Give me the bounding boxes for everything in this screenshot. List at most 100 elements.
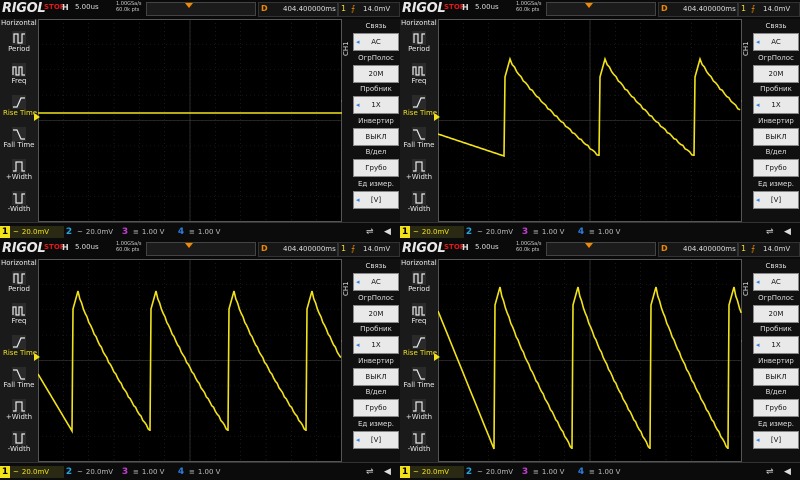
menu-item[interactable]: Пробник ◂ 1X (353, 84, 399, 114)
menu-item[interactable]: Связь ◂ AC (753, 21, 799, 51)
menu-item[interactable]: Инвертир ВЫКЛ (353, 116, 399, 146)
menu-item[interactable]: В/дел Грубо (353, 387, 399, 417)
menu-item[interactable]: Ед измер. ◂ [V] (753, 419, 799, 449)
channel-1-indicator[interactable]: 1 ~20.0mV (400, 466, 464, 478)
channel-2-indicator[interactable]: 2 ~20.0mV (464, 226, 520, 238)
menu-item-value[interactable]: ВЫКЛ (353, 367, 399, 386)
trigger-box[interactable]: 1 ⨍ 14.0mV (338, 242, 400, 257)
menu-item[interactable]: Связь ◂ AC (753, 261, 799, 291)
channel-4-indicator[interactable]: 4 ≡ 1.00 V (176, 466, 232, 478)
waveform-display[interactable] (34, 19, 347, 222)
measure-button-freq[interactable]: Freq (403, 303, 435, 325)
menu-item-value[interactable]: ◂ [V] (353, 190, 399, 209)
measure-button--width[interactable]: +Width (3, 159, 35, 181)
timebase-value[interactable]: 5.00us (475, 3, 499, 11)
channel-4-indicator[interactable]: 4 ≡ 1.00 V (576, 466, 632, 478)
waveform-display[interactable] (434, 19, 747, 222)
measure-button--width[interactable]: +Width (403, 159, 435, 181)
menu-item[interactable]: В/дел Грубо (753, 387, 799, 417)
measure-button-freq[interactable]: Freq (3, 63, 35, 85)
measure-button-fall-time[interactable]: Fall Time (403, 127, 435, 149)
menu-item-value[interactable]: ВЫКЛ (753, 127, 799, 146)
measure-button-freq[interactable]: Freq (3, 303, 35, 325)
menu-item-value[interactable]: Грубо (353, 399, 399, 417)
speaker-icon[interactable]: ◀ (784, 227, 791, 237)
menu-item-value[interactable]: ◂ AC (753, 33, 799, 51)
menu-item-value[interactable]: ВЫКЛ (753, 367, 799, 386)
channel-1-indicator[interactable]: 1 ~20.0mV (0, 466, 64, 478)
menu-item[interactable]: Инвертир ВЫКЛ (353, 356, 399, 386)
trigger-box[interactable]: 1 ⨍ 14.0mV (338, 2, 400, 17)
measure-button-rise-time[interactable]: Rise Time (3, 335, 37, 357)
measure-button-rise-time[interactable]: Rise Time (403, 95, 437, 117)
menu-item-value[interactable]: ◂ AC (753, 273, 799, 291)
channel-2-indicator[interactable]: 2 ~20.0mV (64, 226, 120, 238)
menu-item-value[interactable]: ◂ [V] (353, 430, 399, 449)
menu-item[interactable]: ОгрПолос 20M (353, 293, 399, 323)
menu-item-value[interactable]: 20M (353, 304, 399, 323)
delay-box[interactable]: D 404.400000ms (258, 242, 338, 257)
channel-3-indicator[interactable]: 3 ≡ 1.00 V (120, 226, 176, 238)
delay-box[interactable]: D 404.400000ms (258, 2, 338, 17)
channel-2-indicator[interactable]: 2 ~20.0mV (64, 466, 120, 478)
menu-item[interactable]: Ед измер. ◂ [V] (353, 179, 399, 209)
menu-item[interactable]: В/дел Грубо (753, 147, 799, 177)
menu-item[interactable]: Связь ◂ AC (353, 21, 399, 51)
menu-item-value[interactable]: Грубо (753, 399, 799, 417)
channel-4-indicator[interactable]: 4 ≡ 1.00 V (576, 226, 632, 238)
menu-item-value[interactable]: ◂ [V] (753, 430, 799, 449)
channel-1-indicator[interactable]: 1 ~20.0mV (0, 226, 64, 238)
channel-1-indicator[interactable]: 1 ~20.0mV (400, 226, 464, 238)
menu-item[interactable]: Пробник ◂ 1X (353, 324, 399, 354)
speaker-icon[interactable]: ◀ (384, 227, 391, 237)
timebase-value[interactable]: 5.00us (75, 243, 99, 251)
channel-3-indicator[interactable]: 3 ≡ 1.00 V (520, 466, 576, 478)
timebase-value[interactable]: 5.00us (75, 3, 99, 11)
menu-item[interactable]: Ед измер. ◂ [V] (353, 419, 399, 449)
menu-item-value[interactable]: ◂ AC (353, 273, 399, 291)
menu-item[interactable]: Инвертир ВЫКЛ (753, 116, 799, 146)
measure-button-fall-time[interactable]: Fall Time (403, 367, 435, 389)
menu-item[interactable]: ОгрПолос 20M (753, 293, 799, 323)
measure-button-period[interactable]: Period (403, 271, 435, 293)
channel-2-indicator[interactable]: 2 ~20.0mV (464, 466, 520, 478)
speaker-icon[interactable]: ◀ (784, 467, 791, 477)
speaker-icon[interactable]: ◀ (384, 467, 391, 477)
channel-3-indicator[interactable]: 3 ≡ 1.00 V (520, 226, 576, 238)
waveform-display[interactable] (34, 259, 347, 462)
menu-item-value[interactable]: 20M (753, 64, 799, 83)
menu-item-value[interactable]: ◂ [V] (753, 190, 799, 209)
menu-item-value[interactable]: ◂ 1X (353, 96, 399, 114)
channel-4-indicator[interactable]: 4 ≡ 1.00 V (176, 226, 232, 238)
menu-item-value[interactable]: 20M (353, 64, 399, 83)
menu-item[interactable]: Пробник ◂ 1X (753, 324, 799, 354)
menu-item-value[interactable]: 20M (753, 304, 799, 323)
measure-button-rise-time[interactable]: Rise Time (403, 335, 437, 357)
menu-item[interactable]: Инвертир ВЫКЛ (753, 356, 799, 386)
ch1-offset-marker[interactable] (434, 353, 440, 361)
menu-item-value[interactable]: ◂ 1X (753, 336, 799, 354)
measure-button--width[interactable]: -Width (403, 191, 435, 213)
waveform-display[interactable] (434, 259, 747, 462)
ch1-offset-marker[interactable] (34, 353, 40, 361)
menu-item-value[interactable]: Грубо (353, 159, 399, 177)
measure-button--width[interactable]: -Width (3, 191, 35, 213)
menu-item-value[interactable]: ВЫКЛ (353, 127, 399, 146)
measure-button-period[interactable]: Period (3, 31, 35, 53)
menu-item[interactable]: Ед измер. ◂ [V] (753, 179, 799, 209)
menu-item[interactable]: В/дел Грубо (353, 147, 399, 177)
menu-item[interactable]: ОгрПолос 20M (353, 53, 399, 83)
trigger-box[interactable]: 1 ⨍ 14.0mV (738, 242, 800, 257)
measure-button-fall-time[interactable]: Fall Time (3, 367, 35, 389)
menu-item-value[interactable]: ◂ 1X (753, 96, 799, 114)
ch1-offset-marker[interactable] (434, 113, 440, 121)
measure-button--width[interactable]: -Width (3, 431, 35, 453)
measure-button-freq[interactable]: Freq (403, 63, 435, 85)
measure-button-rise-time[interactable]: Rise Time (3, 95, 37, 117)
timebase-value[interactable]: 5.00us (475, 243, 499, 251)
menu-item[interactable]: Связь ◂ AC (353, 261, 399, 291)
trigger-box[interactable]: 1 ⨍ 14.0mV (738, 2, 800, 17)
menu-item-value[interactable]: ◂ 1X (353, 336, 399, 354)
delay-box[interactable]: D 404.400000ms (658, 242, 738, 257)
menu-item[interactable]: ОгрПолос 20M (753, 53, 799, 83)
